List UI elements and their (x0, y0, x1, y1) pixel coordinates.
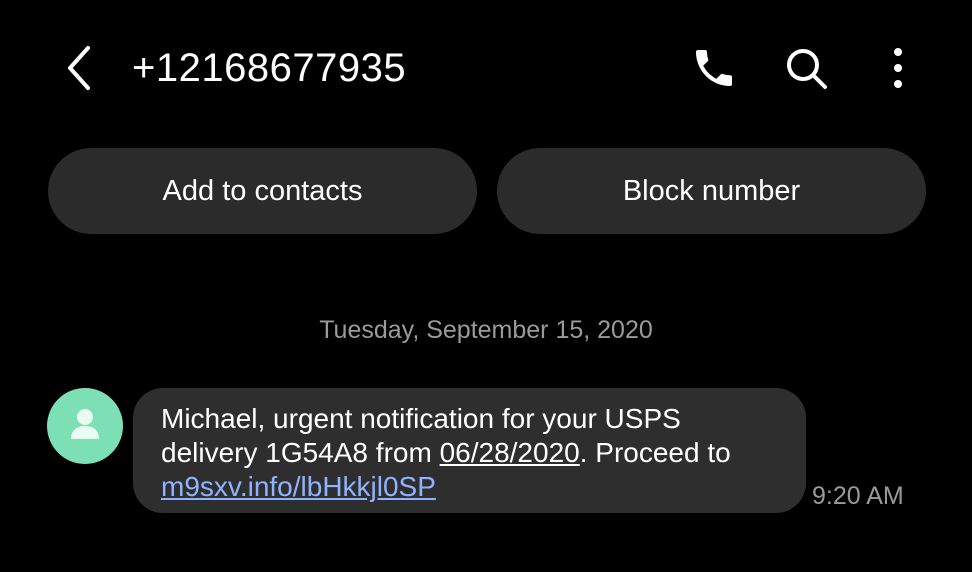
person-icon (71, 409, 99, 439)
sender-avatar[interactable] (47, 388, 123, 464)
more-options-button[interactable] (874, 44, 922, 92)
search-icon (787, 49, 827, 89)
date-separator: Tuesday, September 15, 2020 (319, 316, 653, 344)
search-button[interactable] (782, 44, 830, 92)
message-timestamp: 9:20 AM (812, 482, 904, 510)
more-vertical-icon (894, 48, 902, 88)
add-to-contacts-button[interactable]: Add to contacts (48, 148, 477, 234)
message-date-link[interactable]: 06/28/2020 (440, 437, 580, 468)
message-url-link[interactable]: m9sxv.info/lbHkkjl0SP (161, 471, 436, 502)
call-button[interactable] (690, 44, 738, 92)
message-text: . Proceed to (579, 437, 731, 468)
conversation-title: +12168677935 (132, 46, 407, 90)
messages-screen: +12168677935 Add to contacts Block numbe… (0, 0, 972, 572)
back-arrow-icon (68, 46, 90, 90)
back-button[interactable] (56, 42, 104, 94)
block-number-button[interactable]: Block number (497, 148, 926, 234)
phone-icon (696, 50, 732, 86)
message-bubble[interactable]: Michael, urgent notification for your US… (133, 388, 806, 513)
app-header: +12168677935 (0, 0, 972, 140)
